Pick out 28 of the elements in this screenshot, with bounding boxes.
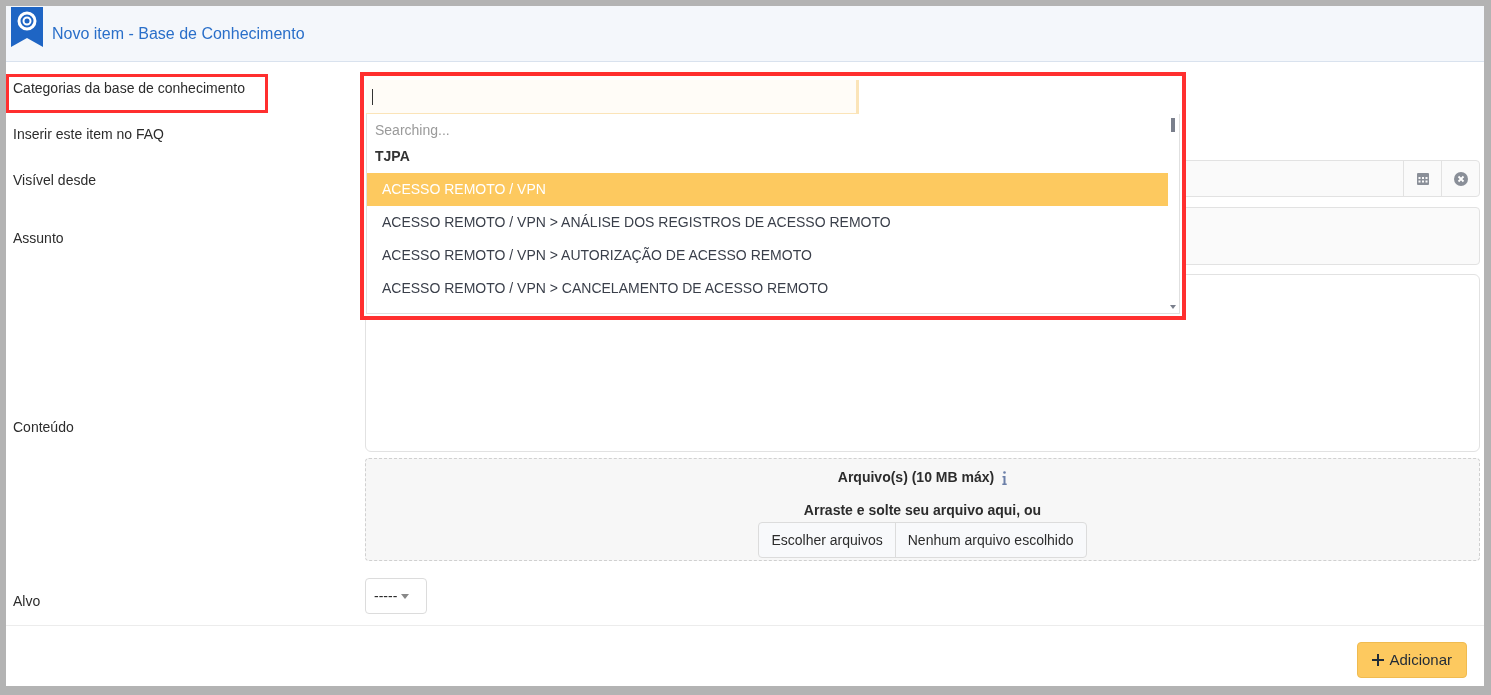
choose-files-button[interactable]: Escolher arquivos bbox=[759, 523, 896, 557]
info-icon[interactable] bbox=[1002, 470, 1008, 485]
group-label: TJPA bbox=[374, 147, 410, 166]
field-label: Visível desde bbox=[12, 171, 96, 190]
file-input-field[interactable]: Escolher arquivos Nenhum arquivo escolhido bbox=[758, 522, 1087, 558]
clear-icon[interactable] bbox=[1453, 171, 1468, 186]
category-search-field[interactable] bbox=[366, 80, 859, 114]
text-cursor bbox=[372, 88, 373, 105]
field-label: Categorias da base de conhecimento bbox=[12, 79, 245, 98]
field-label: Inserir este item no FAQ bbox=[12, 125, 164, 144]
upload-title: Arquivo(s) (10 MB máx) bbox=[837, 468, 995, 487]
page-title: Novo item - Base de Conhecimento bbox=[52, 23, 305, 44]
caret-icon bbox=[401, 593, 410, 599]
calendar-icon[interactable] bbox=[1416, 172, 1429, 185]
target-select[interactable]: ----- bbox=[365, 578, 427, 614]
field-label: Assunto bbox=[12, 229, 64, 248]
dropdown-option[interactable]: ACESSO REMOTO / VPN > ANÁLISE DOS REGISTROS DE ACESSO REMOTO bbox=[367, 206, 1168, 239]
dropdown-option[interactable]: ACESSO REMOTO / VPN > CANCELAMENTO DE ACESSO REMOTO bbox=[367, 272, 1168, 305]
field-label: Alvo bbox=[12, 592, 41, 611]
searching-text: Searching... bbox=[374, 121, 450, 140]
field-label: Conteúdo bbox=[12, 418, 74, 437]
file-status: Nenhum arquivo escolhido bbox=[906, 530, 1075, 550]
plus-icon bbox=[1372, 654, 1385, 666]
scroll-down-icon bbox=[1170, 305, 1176, 309]
scrollbar-thumb-icon bbox=[1171, 118, 1175, 132]
add-button[interactable]: Adicionar bbox=[1357, 642, 1467, 678]
dropdown-option[interactable]: ACESSO REMOTO / VPN > AUTORIZAÇÃO DE ACESSO REMOTO bbox=[367, 239, 1168, 272]
drop-hint: Arraste e solte seu arquivo aqui, ou bbox=[803, 501, 1042, 520]
